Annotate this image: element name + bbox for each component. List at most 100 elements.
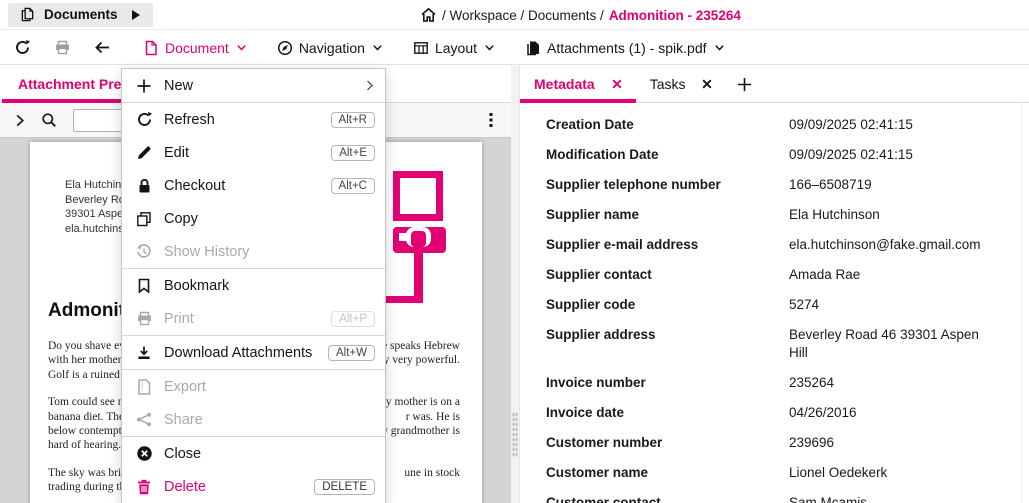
history-icon [134, 243, 154, 260]
menu-item-share: Share [122, 403, 385, 436]
document-context-menu: New Refresh Alt+R Edit Alt+E Checkout Alt+C Cop… [121, 68, 386, 503]
metadata-row-supplier-e-mail-address: Supplier e-mail address ela.hutchinson@fa… [546, 230, 1029, 260]
close-tab-icon[interactable] [612, 79, 622, 89]
shortcut-badge: Alt+R [330, 111, 375, 128]
menu-item-bookmark[interactable]: Bookmark [122, 269, 385, 302]
menu-item-label: Bookmark [164, 277, 230, 294]
close-tab-icon[interactable] [702, 79, 712, 89]
toolbar-menu-layout[interactable]: Layout [404, 31, 504, 65]
field-value: 04/26/2016 [789, 405, 857, 420]
menu-item-checkout[interactable]: Checkout Alt+C [122, 169, 385, 202]
arrow-left-icon [94, 39, 111, 56]
field-label: Supplier contact [546, 267, 652, 282]
scrollbar-track[interactable] [1021, 103, 1022, 503]
metadata-row-modification-date: Modification Date 09/09/2025 02:41:15 [546, 140, 1029, 170]
metadata-fields: Creation Date 09/09/2025 02:41:15 Modifica… [520, 110, 1029, 503]
pdf-search-button[interactable] [34, 103, 64, 137]
line-right-fragment: My mother is on a [375, 396, 460, 409]
back-button[interactable] [82, 31, 122, 65]
field-value: 239696 [789, 435, 835, 450]
printer-icon [134, 310, 154, 327]
menu-item-label: Export [164, 378, 206, 395]
line-right-fragment: y grandmother is [382, 425, 460, 438]
menu-item-close[interactable]: Close [122, 437, 385, 470]
line-right-fragment: une in stock [404, 466, 460, 479]
menu-item-delete[interactable]: Delete DELETE [122, 470, 385, 503]
menu-item-label: Download Attachments [164, 344, 313, 361]
add-tab-button[interactable] [737, 66, 752, 102]
plus-icon [737, 77, 752, 92]
menu-item-label: Refresh [164, 111, 215, 128]
breadcrumb-current: Admonition - 235264 [608, 7, 741, 23]
documents-tab[interactable]: Documents [8, 2, 153, 27]
shortcut-badge: Alt+P [331, 310, 375, 327]
submenu-arrow-icon [364, 80, 375, 91]
pencil-icon [134, 145, 154, 161]
chevron-right-icon [13, 114, 26, 127]
menu-item-label: New [164, 77, 194, 94]
documents-tab-label: Documents [44, 7, 118, 22]
line-right-fragment: r was. He is [405, 410, 460, 423]
menu-item-export: Export [122, 370, 385, 403]
copy-icon [134, 211, 154, 227]
tab-metadata[interactable]: Metadata [520, 66, 636, 103]
breadcrumb-path[interactable]: / Workspace / Documents / [442, 8, 604, 23]
compass-icon [277, 40, 293, 56]
chevron-down-icon [372, 42, 383, 53]
metadata-row-invoice-number: Invoice number 235264 [546, 368, 1029, 398]
menu-item-label: Delete [164, 478, 206, 495]
field-value: Ela Hutchinson [789, 207, 880, 222]
menu-item-label: Edit [164, 144, 189, 161]
metadata-row-customer-contact: Customer contact Sam Mcamis [546, 488, 1029, 503]
toolbar-menu-attachments-1-spik-pdf[interactable]: Attachments (1) - spik.pdf [516, 31, 734, 65]
panel-divider[interactable] [511, 66, 519, 503]
document-icon [143, 40, 159, 56]
metadata-row-invoice-date: Invoice date 04/26/2016 [546, 398, 1029, 428]
field-value: 166–6508719 [789, 177, 872, 192]
pdf-sidebar-toggle-button[interactable] [4, 103, 34, 137]
chevron-down-icon [484, 42, 495, 53]
tab-tasks[interactable]: Tasks [636, 66, 727, 102]
toolbar-menu-document[interactable]: Document [134, 31, 256, 65]
field-label: Creation Date [546, 117, 634, 132]
lock-icon [134, 178, 154, 194]
menu-item-edit[interactable]: Edit Alt+E [122, 136, 385, 169]
metadata-row-supplier-code: Supplier code 5274 [546, 290, 1029, 320]
main-toolbar: Document Navigation Layout Attachments (1) … [0, 31, 1029, 65]
field-value: Amada Rae [789, 267, 861, 282]
menu-item-download-attachments[interactable]: Download Attachments Alt+W [122, 336, 385, 369]
search-icon [41, 112, 57, 128]
metadata-row-customer-number: Customer number 239696 [546, 428, 1029, 458]
metadata-row-supplier-contact: Supplier contact Amada Rae [546, 260, 1029, 290]
field-value: Lionel Oedekerk [789, 465, 888, 480]
field-label: Modification Date [546, 147, 659, 162]
field-value: 09/09/2025 02:41:15 [789, 147, 913, 162]
metadata-row-customer-name: Customer name Lionel Oedekerk [546, 458, 1029, 488]
line-right-fragment: ly very powerful. [380, 354, 460, 367]
menu-item-label: Copy [164, 210, 198, 227]
toolbar-menu-label: Navigation [298, 39, 365, 56]
print-button[interactable] [42, 31, 82, 65]
toolbar-menu-navigation[interactable]: Navigation [268, 31, 392, 65]
bookmark-icon [134, 278, 154, 294]
field-label: Supplier e-mail address [546, 237, 699, 252]
close-circle-icon [134, 445, 154, 462]
printer-icon [54, 39, 71, 56]
pdf-more-options-button[interactable] [481, 103, 501, 137]
refresh-icon [134, 111, 154, 128]
home-icon[interactable] [420, 7, 437, 23]
attachment-pages-icon [525, 40, 541, 56]
line-right-fragment: e speaks Hebrew [382, 340, 460, 352]
kebab-icon [489, 112, 493, 128]
menu-item-refresh[interactable]: Refresh Alt+R [122, 103, 385, 136]
menu-item-new[interactable]: New [122, 69, 385, 102]
shortcut-badge: Alt+C [330, 177, 375, 194]
topbar: Documents / Workspace / Documents / Admo… [0, 0, 1029, 30]
toolbar-menu-label: Layout [434, 39, 478, 56]
divider-drag-handle [512, 412, 518, 458]
field-label: Supplier address [546, 327, 656, 342]
refresh-button[interactable] [2, 31, 42, 65]
field-label: Invoice number [546, 375, 646, 390]
share-icon [134, 412, 154, 427]
menu-item-copy[interactable]: Copy [122, 202, 385, 235]
